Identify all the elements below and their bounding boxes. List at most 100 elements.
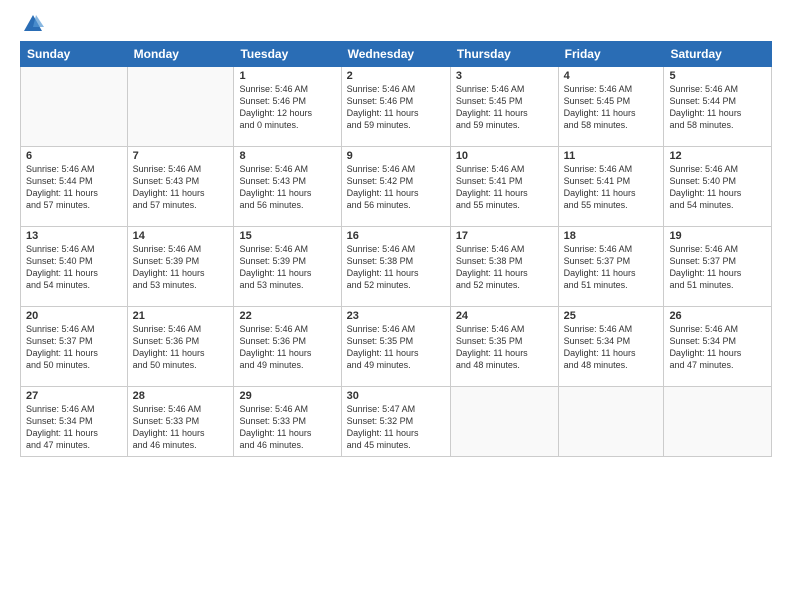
day-number: 15 — [239, 230, 335, 242]
day-info: Sunrise: 5:46 AM Sunset: 5:38 PM Dayligh… — [347, 243, 445, 292]
calendar-day-cell: 21Sunrise: 5:46 AM Sunset: 5:36 PM Dayli… — [127, 307, 234, 387]
calendar-day-cell: 13Sunrise: 5:46 AM Sunset: 5:40 PM Dayli… — [21, 227, 128, 307]
day-number: 20 — [26, 310, 122, 322]
day-number: 19 — [669, 230, 766, 242]
day-info: Sunrise: 5:46 AM Sunset: 5:33 PM Dayligh… — [133, 403, 229, 452]
calendar-day-cell: 15Sunrise: 5:46 AM Sunset: 5:39 PM Dayli… — [234, 227, 341, 307]
day-number: 22 — [239, 310, 335, 322]
day-info: Sunrise: 5:46 AM Sunset: 5:39 PM Dayligh… — [239, 243, 335, 292]
calendar-day-cell: 22Sunrise: 5:46 AM Sunset: 5:36 PM Dayli… — [234, 307, 341, 387]
day-info: Sunrise: 5:47 AM Sunset: 5:32 PM Dayligh… — [347, 403, 445, 452]
calendar-day-cell: 4Sunrise: 5:46 AM Sunset: 5:45 PM Daylig… — [558, 67, 664, 147]
day-number: 30 — [347, 390, 445, 402]
calendar-day-cell: 26Sunrise: 5:46 AM Sunset: 5:34 PM Dayli… — [664, 307, 772, 387]
calendar-header-monday: Monday — [127, 42, 234, 67]
calendar-week-row: 6Sunrise: 5:46 AM Sunset: 5:44 PM Daylig… — [21, 147, 772, 227]
day-info: Sunrise: 5:46 AM Sunset: 5:37 PM Dayligh… — [26, 323, 122, 372]
day-number: 29 — [239, 390, 335, 402]
day-number: 17 — [456, 230, 553, 242]
day-info: Sunrise: 5:46 AM Sunset: 5:46 PM Dayligh… — [347, 83, 445, 132]
calendar-day-cell: 27Sunrise: 5:46 AM Sunset: 5:34 PM Dayli… — [21, 387, 128, 457]
calendar-header-wednesday: Wednesday — [341, 42, 450, 67]
day-info: Sunrise: 5:46 AM Sunset: 5:38 PM Dayligh… — [456, 243, 553, 292]
calendar-header-thursday: Thursday — [450, 42, 558, 67]
day-info: Sunrise: 5:46 AM Sunset: 5:44 PM Dayligh… — [669, 83, 766, 132]
day-number: 9 — [347, 150, 445, 162]
day-info: Sunrise: 5:46 AM Sunset: 5:34 PM Dayligh… — [669, 323, 766, 372]
day-number: 23 — [347, 310, 445, 322]
day-info: Sunrise: 5:46 AM Sunset: 5:41 PM Dayligh… — [456, 163, 553, 212]
calendar-day-cell: 6Sunrise: 5:46 AM Sunset: 5:44 PM Daylig… — [21, 147, 128, 227]
day-info: Sunrise: 5:46 AM Sunset: 5:45 PM Dayligh… — [456, 83, 553, 132]
day-number: 12 — [669, 150, 766, 162]
day-number: 24 — [456, 310, 553, 322]
header — [20, 15, 772, 31]
calendar-day-cell: 7Sunrise: 5:46 AM Sunset: 5:43 PM Daylig… — [127, 147, 234, 227]
day-number: 25 — [564, 310, 659, 322]
calendar-week-row: 20Sunrise: 5:46 AM Sunset: 5:37 PM Dayli… — [21, 307, 772, 387]
calendar-day-cell: 23Sunrise: 5:46 AM Sunset: 5:35 PM Dayli… — [341, 307, 450, 387]
day-number: 26 — [669, 310, 766, 322]
day-number: 1 — [239, 70, 335, 82]
calendar-day-cell: 3Sunrise: 5:46 AM Sunset: 5:45 PM Daylig… — [450, 67, 558, 147]
calendar-day-cell — [450, 387, 558, 457]
day-info: Sunrise: 5:46 AM Sunset: 5:35 PM Dayligh… — [456, 323, 553, 372]
day-number: 10 — [456, 150, 553, 162]
day-info: Sunrise: 5:46 AM Sunset: 5:34 PM Dayligh… — [26, 403, 122, 452]
day-info: Sunrise: 5:46 AM Sunset: 5:35 PM Dayligh… — [347, 323, 445, 372]
day-info: Sunrise: 5:46 AM Sunset: 5:37 PM Dayligh… — [564, 243, 659, 292]
calendar-day-cell: 17Sunrise: 5:46 AM Sunset: 5:38 PM Dayli… — [450, 227, 558, 307]
logo-icon — [22, 13, 44, 35]
day-info: Sunrise: 5:46 AM Sunset: 5:46 PM Dayligh… — [239, 83, 335, 132]
day-info: Sunrise: 5:46 AM Sunset: 5:36 PM Dayligh… — [239, 323, 335, 372]
calendar-week-row: 27Sunrise: 5:46 AM Sunset: 5:34 PM Dayli… — [21, 387, 772, 457]
day-number: 7 — [133, 150, 229, 162]
day-number: 8 — [239, 150, 335, 162]
calendar-header-saturday: Saturday — [664, 42, 772, 67]
day-number: 14 — [133, 230, 229, 242]
day-info: Sunrise: 5:46 AM Sunset: 5:43 PM Dayligh… — [239, 163, 335, 212]
calendar-day-cell — [127, 67, 234, 147]
day-info: Sunrise: 5:46 AM Sunset: 5:44 PM Dayligh… — [26, 163, 122, 212]
day-number: 6 — [26, 150, 122, 162]
logo — [20, 15, 44, 31]
calendar-day-cell: 19Sunrise: 5:46 AM Sunset: 5:37 PM Dayli… — [664, 227, 772, 307]
calendar-day-cell: 28Sunrise: 5:46 AM Sunset: 5:33 PM Dayli… — [127, 387, 234, 457]
day-number: 16 — [347, 230, 445, 242]
calendar-header-friday: Friday — [558, 42, 664, 67]
day-number: 4 — [564, 70, 659, 82]
day-info: Sunrise: 5:46 AM Sunset: 5:36 PM Dayligh… — [133, 323, 229, 372]
calendar-day-cell: 29Sunrise: 5:46 AM Sunset: 5:33 PM Dayli… — [234, 387, 341, 457]
day-number: 21 — [133, 310, 229, 322]
day-info: Sunrise: 5:46 AM Sunset: 5:34 PM Dayligh… — [564, 323, 659, 372]
calendar-day-cell — [664, 387, 772, 457]
calendar-day-cell: 10Sunrise: 5:46 AM Sunset: 5:41 PM Dayli… — [450, 147, 558, 227]
calendar-day-cell: 12Sunrise: 5:46 AM Sunset: 5:40 PM Dayli… — [664, 147, 772, 227]
day-info: Sunrise: 5:46 AM Sunset: 5:45 PM Dayligh… — [564, 83, 659, 132]
calendar-day-cell: 14Sunrise: 5:46 AM Sunset: 5:39 PM Dayli… — [127, 227, 234, 307]
calendar-table: SundayMondayTuesdayWednesdayThursdayFrid… — [20, 41, 772, 457]
calendar-day-cell: 8Sunrise: 5:46 AM Sunset: 5:43 PM Daylig… — [234, 147, 341, 227]
calendar-day-cell: 24Sunrise: 5:46 AM Sunset: 5:35 PM Dayli… — [450, 307, 558, 387]
day-number: 13 — [26, 230, 122, 242]
day-number: 2 — [347, 70, 445, 82]
calendar-day-cell: 30Sunrise: 5:47 AM Sunset: 5:32 PM Dayli… — [341, 387, 450, 457]
calendar-day-cell: 20Sunrise: 5:46 AM Sunset: 5:37 PM Dayli… — [21, 307, 128, 387]
calendar-header-tuesday: Tuesday — [234, 42, 341, 67]
day-number: 11 — [564, 150, 659, 162]
calendar-week-row: 13Sunrise: 5:46 AM Sunset: 5:40 PM Dayli… — [21, 227, 772, 307]
page-container: SundayMondayTuesdayWednesdayThursdayFrid… — [0, 0, 792, 612]
calendar-day-cell — [558, 387, 664, 457]
calendar-header-sunday: Sunday — [21, 42, 128, 67]
day-info: Sunrise: 5:46 AM Sunset: 5:41 PM Dayligh… — [564, 163, 659, 212]
calendar-day-cell: 16Sunrise: 5:46 AM Sunset: 5:38 PM Dayli… — [341, 227, 450, 307]
calendar-day-cell: 5Sunrise: 5:46 AM Sunset: 5:44 PM Daylig… — [664, 67, 772, 147]
calendar-day-cell — [21, 67, 128, 147]
day-number: 28 — [133, 390, 229, 402]
calendar-day-cell: 9Sunrise: 5:46 AM Sunset: 5:42 PM Daylig… — [341, 147, 450, 227]
day-info: Sunrise: 5:46 AM Sunset: 5:37 PM Dayligh… — [669, 243, 766, 292]
day-info: Sunrise: 5:46 AM Sunset: 5:40 PM Dayligh… — [26, 243, 122, 292]
day-number: 3 — [456, 70, 553, 82]
day-info: Sunrise: 5:46 AM Sunset: 5:33 PM Dayligh… — [239, 403, 335, 452]
day-number: 27 — [26, 390, 122, 402]
